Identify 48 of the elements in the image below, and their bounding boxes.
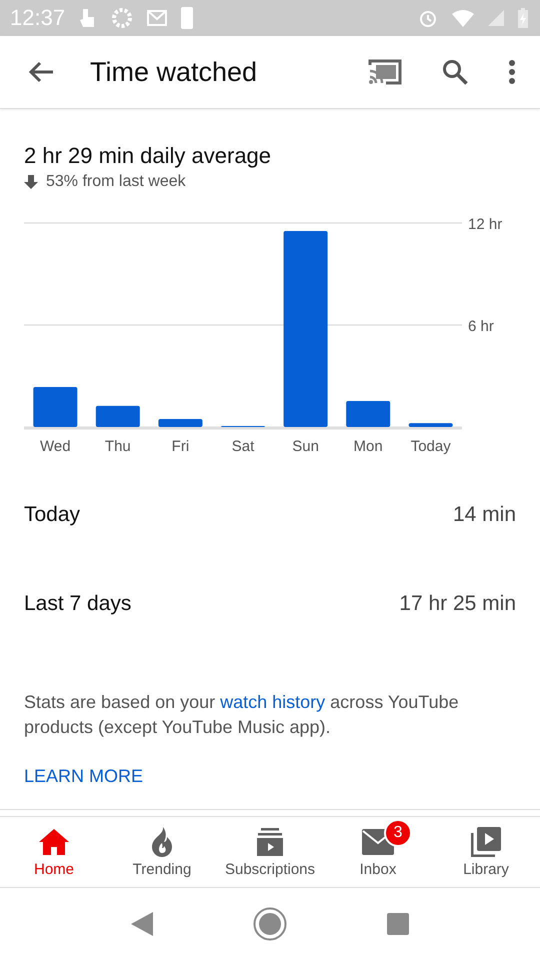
cast-icon[interactable] (368, 59, 402, 85)
battery-icon (518, 8, 528, 28)
search-icon[interactable] (442, 59, 468, 85)
axis-tick-label: 12 hr (468, 216, 502, 233)
nav-tab[interactable]: Trending (108, 817, 216, 887)
chart-bar (158, 419, 202, 427)
stat-value: 17 hr 25 min (399, 592, 516, 616)
weekly-change: 53% from last week (46, 173, 186, 191)
mail-icon (147, 10, 168, 26)
axis-tick-label: 6 hr (468, 318, 494, 335)
alarm-icon (418, 8, 438, 28)
nav-tab[interactable]: 3 Inbox (324, 817, 432, 887)
more-options-icon[interactable] (508, 59, 516, 85)
signal-icon (488, 10, 504, 26)
stats-note: Stats are based on your watch history across YouTube products (except YouTube Music app). (24, 691, 460, 739)
nav-tab[interactable]: Library (432, 817, 540, 887)
chart-bar (346, 401, 390, 427)
library-icon (471, 826, 501, 856)
home-nav-icon[interactable] (253, 907, 287, 941)
notification-badge: 3 (384, 818, 412, 846)
phone-icon (181, 7, 194, 29)
stat-label: Last 7 days (24, 592, 132, 616)
axis-category-label: Sun (292, 438, 319, 455)
screen-title: Time watched (90, 56, 258, 88)
down-arrow-icon (24, 175, 38, 189)
chart-bar (408, 423, 453, 427)
axis-category-label: Fri (172, 438, 190, 455)
axis-category-label: Today (410, 438, 451, 455)
flame-icon (150, 826, 174, 856)
back-arrow-icon[interactable] (28, 61, 54, 83)
axis-category-label: Thu (104, 438, 131, 455)
nav-tab[interactable]: Home (0, 817, 108, 887)
stat-value: 14 min (452, 503, 516, 527)
learn-more-link[interactable]: LEARN MORE (24, 766, 144, 787)
stat-label: Today (24, 503, 80, 527)
axis-category-label: Sat (232, 438, 254, 455)
dotted-circle-icon (111, 7, 134, 29)
wifi-icon (452, 9, 474, 27)
nav-tab[interactable]: Subscriptions (216, 817, 324, 887)
home-icon (39, 828, 69, 854)
chart-bar (96, 406, 140, 427)
axis-category-label: Wed (40, 438, 71, 455)
subscriptions-icon (257, 828, 283, 856)
back-nav-icon[interactable] (131, 912, 153, 936)
daily-average: 2 hr 29 min daily average (24, 143, 272, 169)
chart-bar (33, 387, 78, 427)
watch-history-link[interactable]: watch history (220, 692, 326, 712)
axis-category-label: Mon (354, 438, 383, 455)
